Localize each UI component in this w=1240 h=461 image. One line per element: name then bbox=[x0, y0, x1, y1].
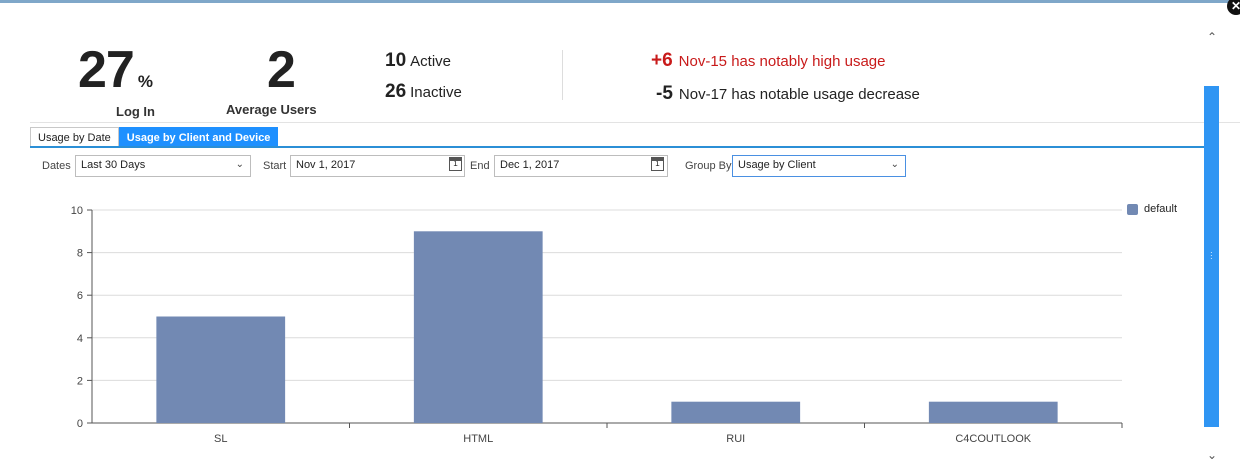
alert-decrease-delta: -5 bbox=[656, 83, 673, 104]
inactive-label: Inactive bbox=[410, 84, 462, 101]
login-stat: 27% bbox=[78, 40, 153, 100]
window-top-border bbox=[0, 0, 1240, 3]
scrollbar-thumb[interactable]: · · · bbox=[1204, 86, 1219, 427]
login-label: Log In bbox=[116, 104, 155, 119]
legend-label: default bbox=[1144, 203, 1178, 215]
bar-rui bbox=[671, 401, 801, 423]
legend-swatch bbox=[1127, 203, 1138, 215]
tab-usage-by-date[interactable]: Usage by Date bbox=[30, 127, 119, 147]
calendar-icon[interactable]: 1 bbox=[449, 157, 462, 171]
average-users-stat: 2 bbox=[267, 40, 296, 100]
close-icon[interactable]: ✕ bbox=[1227, 0, 1240, 15]
chevron-down-icon: ⌄ bbox=[890, 159, 899, 170]
header-separator bbox=[30, 122, 1240, 123]
start-date-field[interactable]: Nov 1, 2017 bbox=[290, 155, 465, 177]
dates-select[interactable]: Last 30 Days ⌄ bbox=[75, 155, 251, 177]
start-label: Start bbox=[263, 160, 287, 172]
alert-high-text: Nov-15 has notably high usage bbox=[678, 53, 886, 70]
bar-html bbox=[413, 231, 543, 423]
x-tick-label: SL bbox=[214, 433, 227, 445]
inactive-count-row: 26 Inactive bbox=[385, 81, 462, 103]
chevron-down-icon[interactable]: ⌄ bbox=[1207, 448, 1217, 461]
y-tick-label: 8 bbox=[77, 248, 83, 260]
y-tick-label: 4 bbox=[77, 333, 83, 345]
tab-underline bbox=[30, 146, 1208, 148]
calendar-icon[interactable]: 1 bbox=[651, 157, 664, 171]
tab-usage-by-client-and-device[interactable]: Usage by Client and Device bbox=[118, 127, 279, 147]
group-by-label: Group By bbox=[685, 160, 732, 172]
end-date-field[interactable]: Dec 1, 2017 bbox=[494, 155, 668, 177]
y-tick-label: 2 bbox=[77, 375, 83, 387]
end-label: End bbox=[470, 160, 490, 172]
chart-legend[interactable]: default bbox=[1127, 203, 1177, 215]
tab-strip: Usage by Date Usage by Client and Device bbox=[30, 127, 279, 147]
average-users-value: 2 bbox=[267, 41, 296, 99]
y-tick-label: 6 bbox=[77, 290, 83, 302]
x-tick-label: HTML bbox=[463, 433, 493, 445]
alert-high-usage: +6 Nov-15 has notably high usage bbox=[651, 50, 885, 72]
alert-decrease-text: Nov-17 has notable usage decrease bbox=[678, 86, 920, 103]
dates-label: Dates bbox=[42, 160, 71, 172]
x-tick-label: C4COUTLOOK bbox=[955, 433, 1031, 445]
bar-sl bbox=[156, 316, 286, 423]
bar-c4coutlook bbox=[928, 401, 1058, 423]
alert-usage-decrease: -5 Nov-17 has notable usage decrease bbox=[656, 83, 920, 105]
group-by-select-value: Usage by Client bbox=[738, 159, 816, 171]
usage-bar-chart: 0 2 4 6 8 10 SL HTML RUI C4COUTLOOK bbox=[71, 205, 1123, 445]
group-by-select[interactable]: Usage by Client ⌄ bbox=[732, 155, 906, 177]
login-percent-unit: % bbox=[137, 72, 153, 91]
chevron-up-icon[interactable]: ⌃ bbox=[1207, 30, 1217, 44]
alert-high-delta: +6 bbox=[651, 50, 673, 71]
active-count-row: 10 Active bbox=[385, 50, 451, 72]
login-percent-value: 27 bbox=[78, 41, 135, 99]
active-count: 10 bbox=[385, 50, 407, 71]
stats-divider bbox=[562, 50, 563, 100]
grip-icon: · · · bbox=[1210, 248, 1213, 263]
dates-select-value: Last 30 Days bbox=[81, 159, 146, 171]
y-tick-label: 0 bbox=[77, 418, 83, 430]
active-label: Active bbox=[410, 53, 451, 70]
average-users-label: Average Users bbox=[226, 102, 317, 117]
x-tick-label: RUI bbox=[726, 433, 745, 445]
chevron-down-icon: ⌄ bbox=[235, 159, 244, 170]
y-tick-label: 10 bbox=[71, 205, 83, 217]
inactive-count: 26 bbox=[385, 81, 407, 102]
